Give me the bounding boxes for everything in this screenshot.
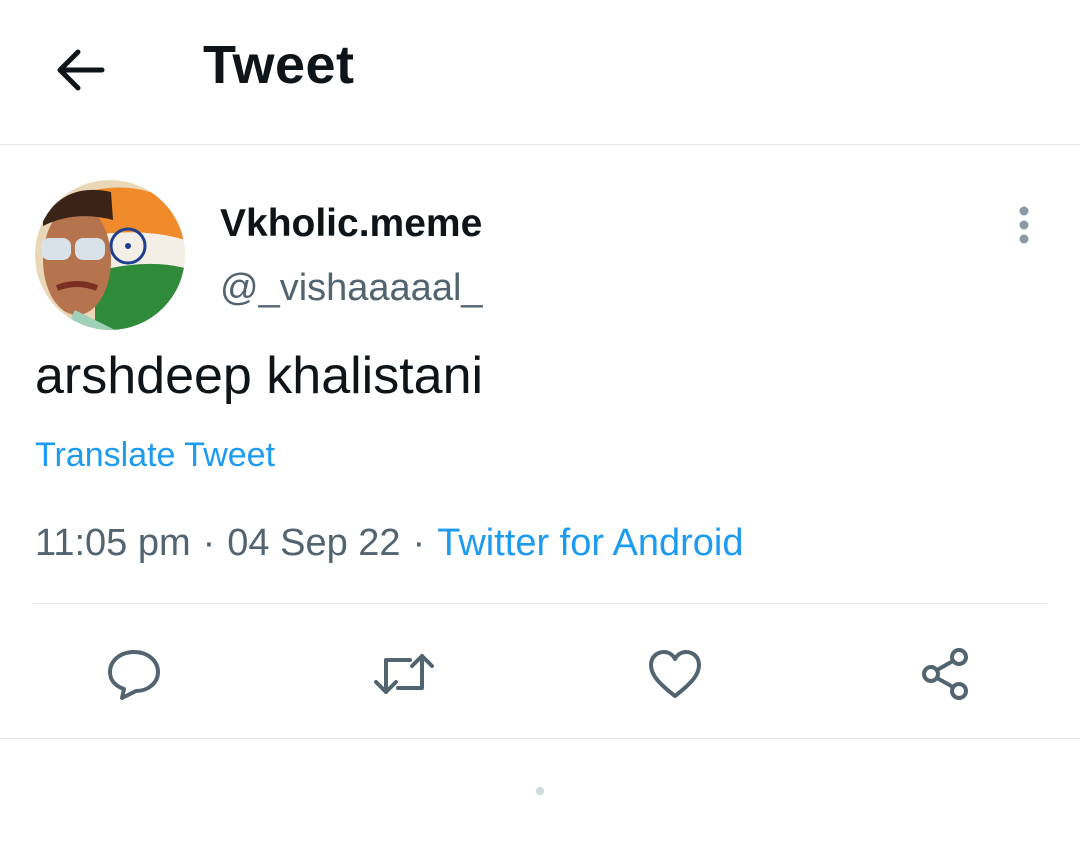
- tweet-action-bar: [0, 620, 1080, 739]
- tweet-metadata: 11:05 pm · 04 Sep 22 · Twitter for Android: [35, 522, 743, 565]
- avatar-image: [35, 180, 185, 330]
- reply-icon: [108, 650, 160, 700]
- display-name[interactable]: Vkholic.meme: [220, 202, 482, 246]
- page-title: Tweet: [203, 35, 355, 95]
- arrow-left-icon: [57, 49, 105, 91]
- heart-icon: [649, 650, 701, 698]
- username[interactable]: @_vishaaaaal_: [220, 267, 483, 310]
- like-button[interactable]: [643, 642, 707, 706]
- back-button[interactable]: [48, 38, 112, 102]
- translate-tweet-link[interactable]: Translate Tweet: [35, 436, 275, 475]
- more-options-button[interactable]: [1004, 200, 1044, 250]
- retweet-button[interactable]: [372, 642, 436, 706]
- loading-indicator: [536, 787, 544, 795]
- separator: ·: [412, 522, 426, 564]
- tweet-date: 04 Sep 22: [227, 522, 401, 564]
- top-app-bar: Tweet: [0, 0, 1080, 145]
- avatar[interactable]: [35, 180, 185, 330]
- share-button[interactable]: [913, 642, 977, 706]
- retweet-icon: [374, 654, 434, 694]
- tweet-source-link[interactable]: Twitter for Android: [437, 522, 743, 564]
- tweet-text: arshdeep khalistani: [35, 347, 484, 405]
- more-vertical-icon: [1019, 206, 1029, 244]
- reply-button[interactable]: [102, 642, 166, 706]
- tweet-detail-screen: Tweet Vkholic.meme @_vishaaaaal_ arshdee…: [0, 0, 1080, 853]
- divider: [33, 603, 1047, 604]
- tweet-time: 11:05 pm: [35, 522, 191, 564]
- share-icon: [922, 648, 968, 700]
- separator: ·: [202, 522, 216, 564]
